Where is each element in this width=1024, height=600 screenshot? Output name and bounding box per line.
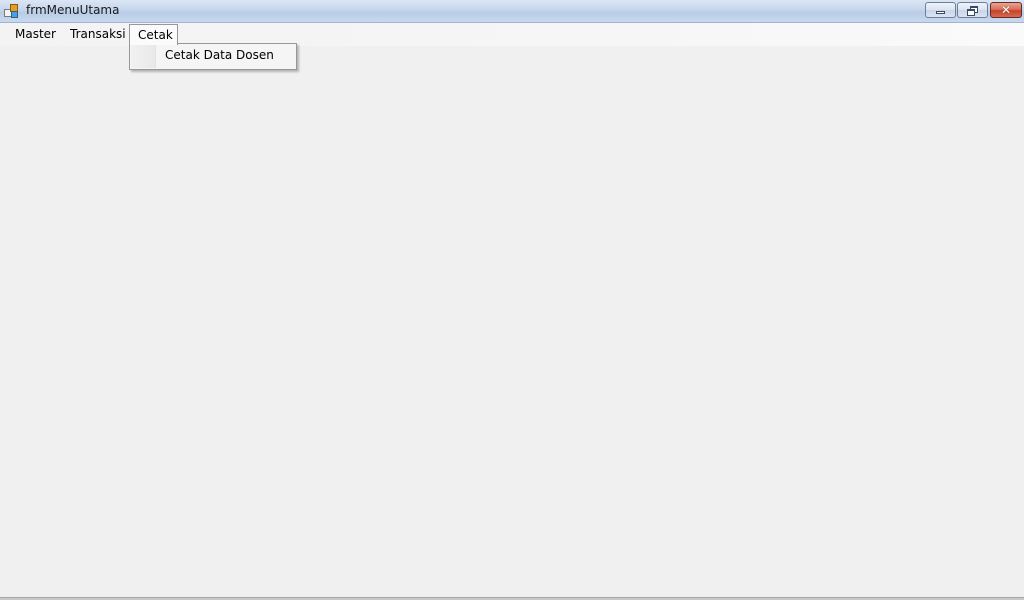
menu-transaksi[interactable]: Transaksi bbox=[63, 24, 133, 45]
restore-button[interactable] bbox=[957, 2, 988, 18]
close-icon: ✕ bbox=[1000, 3, 1012, 17]
minimize-button[interactable] bbox=[925, 2, 956, 18]
app-icon[interactable] bbox=[4, 4, 18, 18]
title-bar[interactable]: frmMenuUtama ✕ bbox=[0, 0, 1024, 23]
menu-item-cetak-data-dosen[interactable]: Cetak Data Dosen bbox=[165, 48, 274, 62]
menu-icon-gutter bbox=[131, 45, 156, 68]
menu-master[interactable]: Master bbox=[8, 24, 63, 45]
menu-bar: Master Transaksi Cetak bbox=[0, 23, 1024, 46]
cetak-dropdown-menu: Cetak Data Dosen bbox=[129, 43, 297, 70]
window-title: frmMenuUtama bbox=[26, 3, 120, 17]
close-button[interactable]: ✕ bbox=[990, 2, 1022, 18]
minimize-icon bbox=[936, 11, 945, 14]
mdi-client-area[interactable] bbox=[0, 46, 1024, 598]
main-window: frmMenuUtama ✕ Master Transaksi Cetak Ce… bbox=[0, 0, 1024, 600]
menu-cetak[interactable]: Cetak bbox=[129, 24, 178, 45]
